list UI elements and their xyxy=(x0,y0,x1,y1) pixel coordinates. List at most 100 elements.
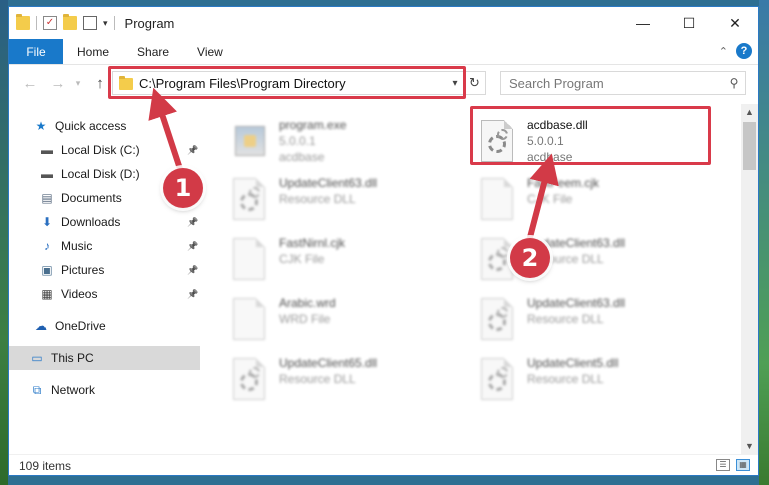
sidebar-item[interactable]: ⧉ Network xyxy=(9,378,200,402)
details-view-icon[interactable]: ☰ xyxy=(716,459,730,471)
file-name: FastNirnl.cjk xyxy=(279,236,346,250)
callout-step-1: 1 xyxy=(163,168,203,208)
sidebar-item-label: Local Disk (D:) xyxy=(61,167,140,181)
pin-icon[interactable]: 📌 xyxy=(187,241,198,252)
sidebar-item-label: Music xyxy=(61,239,93,253)
dll-file-icon xyxy=(233,358,265,400)
sidebar-item[interactable]: ☁ OneDrive xyxy=(9,314,200,338)
search-input[interactable]: Search Program xyxy=(501,76,723,91)
drive-icon: ▬ xyxy=(41,167,53,181)
gear-icon xyxy=(497,247,508,258)
dll-file-icon xyxy=(233,178,265,220)
item-count: 109 items xyxy=(19,458,72,473)
file-icon-container xyxy=(233,238,267,284)
network-icon: ⧉ xyxy=(32,382,42,397)
file-item[interactable]: acdbase.dll 5.0.0.1 acdbase xyxy=(481,116,711,170)
help-icon[interactable]: ? xyxy=(736,43,752,59)
forward-button[interactable]: → xyxy=(47,75,69,92)
window-controls: — ☐ ✕ xyxy=(620,7,758,39)
refresh-button[interactable]: ↻ xyxy=(463,72,485,94)
file-item[interactable]: UpdateClient63.dll Resource DLL xyxy=(481,294,711,348)
file-detail: CJK File xyxy=(279,252,325,266)
file-text: UpdateClient65.dll Resource DLL xyxy=(279,354,377,408)
maximize-button[interactable]: ☐ xyxy=(666,7,712,39)
file-detail: acdbase xyxy=(527,150,573,164)
file-name: Arabic.wrd xyxy=(279,296,336,310)
sidebar-item[interactable]: ▦ Videos 📌 xyxy=(9,282,200,306)
search-icon[interactable]: ⚲ xyxy=(723,76,745,90)
file-name: acdbase.dll xyxy=(527,118,588,132)
sidebar-item-label: Documents xyxy=(61,191,122,205)
scroll-down-arrow-icon[interactable]: ▼ xyxy=(741,438,758,454)
file-item[interactable]: UpdateClient5.dll Resource DLL xyxy=(481,354,711,408)
customize-toolbar-chevron-icon[interactable]: ▾ xyxy=(103,18,108,29)
file-icon-container xyxy=(233,120,267,166)
sidebar-item[interactable]: ♪ Music 📌 xyxy=(9,234,200,258)
pin-icon[interactable]: 📌 xyxy=(187,145,198,156)
pin-icon[interactable]: 📌 xyxy=(187,289,198,300)
cloud-icon: ☁ xyxy=(35,319,47,333)
file-item[interactable]: UpdateClient65.dll Resource DLL xyxy=(233,354,463,408)
file-item[interactable]: FastFeem.cjk CJK File xyxy=(481,174,711,228)
title-bar: ✓ ▾ Program — ☐ ✕ xyxy=(9,7,758,39)
recent-locations-chevron-icon[interactable]: ▾ xyxy=(67,78,89,89)
file-text: UpdateClient5.dll Resource DLL xyxy=(527,354,618,408)
dll-file-icon xyxy=(481,120,513,162)
up-button[interactable]: ↑ xyxy=(89,75,111,92)
navigation-pane: ★ Quick access ▬ Local Disk (C:) 📌 ▬ Local Dis… xyxy=(9,104,200,454)
back-button[interactable]: ← xyxy=(19,75,41,92)
file-detail: Resource DLL xyxy=(279,372,356,386)
pin-icon[interactable]: 📌 xyxy=(187,217,198,228)
gear-icon xyxy=(497,129,508,140)
file-item[interactable]: program.exe 5.0.0.1 acdbase xyxy=(233,116,463,170)
quick-access-toolbar: ✓ ▾ xyxy=(9,14,115,30)
new-folder-icon[interactable] xyxy=(63,14,77,30)
file-list: program.exe 5.0.0.1 acdbase acdbase.dll 5.0.… xyxy=(209,104,737,454)
status-bar: 109 items ☰ ▦ xyxy=(9,454,758,475)
sidebar-item[interactable]: ▬ Local Disk (C:) 📌 xyxy=(9,138,200,162)
sidebar-item[interactable]: ▣ Pictures 📌 xyxy=(9,258,200,282)
file-name: UpdateClient5.dll xyxy=(527,356,619,370)
close-button[interactable]: ✕ xyxy=(712,7,758,39)
search-box[interactable]: Search Program ⚲ xyxy=(500,71,746,95)
tab-file[interactable]: File xyxy=(9,39,63,64)
sidebar-item[interactable]: ★ Quick access xyxy=(9,114,200,138)
minimize-button[interactable]: — xyxy=(620,7,666,39)
ribbon-tabs: File Home Share View ⌃ ? xyxy=(9,39,758,65)
view-options-icon[interactable] xyxy=(83,16,97,30)
file-name: UpdateClient65.dll xyxy=(279,356,378,370)
pin-icon[interactable]: 📌 xyxy=(187,265,198,276)
sidebar-item[interactable]: ⬇ Downloads 📌 xyxy=(9,210,200,234)
address-bar[interactable]: C:\Program Files\Program Directory ▾ ↻ xyxy=(112,71,486,95)
tab-home[interactable]: Home xyxy=(63,39,123,64)
tab-view[interactable]: View xyxy=(183,39,237,64)
music-icon: ♪ xyxy=(44,239,50,253)
file-item[interactable]: FastNirnl.cjk CJK File xyxy=(233,234,463,288)
vertical-scrollbar[interactable]: ▲ ▼ xyxy=(741,104,758,454)
desktop-background-right xyxy=(759,0,769,485)
pictures-icon: ▣ xyxy=(41,263,53,277)
file-detail: 5.0.0.1 xyxy=(527,134,564,148)
sidebar-item[interactable]: ▭ This PC xyxy=(9,346,200,370)
collapse-ribbon-chevron-icon[interactable]: ⌃ xyxy=(719,45,728,58)
address-dropdown-chevron-icon[interactable]: ▾ xyxy=(447,78,463,89)
callout-step-2: 2 xyxy=(510,238,550,278)
properties-check-icon[interactable]: ✓ xyxy=(43,16,57,30)
downloads-icon: ⬇ xyxy=(41,215,53,229)
address-path[interactable]: C:\Program Files\Program Directory xyxy=(139,76,447,91)
file-item[interactable]: Arabic.wrd WRD File xyxy=(233,294,463,348)
star-icon: ★ xyxy=(35,119,47,133)
dll-file-icon xyxy=(481,358,513,400)
application-icon xyxy=(235,126,265,156)
gear-icon xyxy=(249,367,260,378)
file-icon-container xyxy=(481,120,515,166)
large-icons-view-icon[interactable]: ▦ xyxy=(736,459,750,471)
explorer-window: ✓ ▾ Program — ☐ ✕ File Home Share View ⌃… xyxy=(8,6,759,476)
scroll-up-arrow-icon[interactable]: ▲ xyxy=(741,104,758,120)
tab-share[interactable]: Share xyxy=(123,39,183,64)
document-file-icon xyxy=(233,298,265,340)
file-item[interactable]: UpdateClient63.dll Resource DLL xyxy=(233,174,463,228)
computer-icon: ▭ xyxy=(31,351,43,365)
scroll-thumb[interactable] xyxy=(743,122,756,170)
dll-file-icon xyxy=(481,238,513,280)
